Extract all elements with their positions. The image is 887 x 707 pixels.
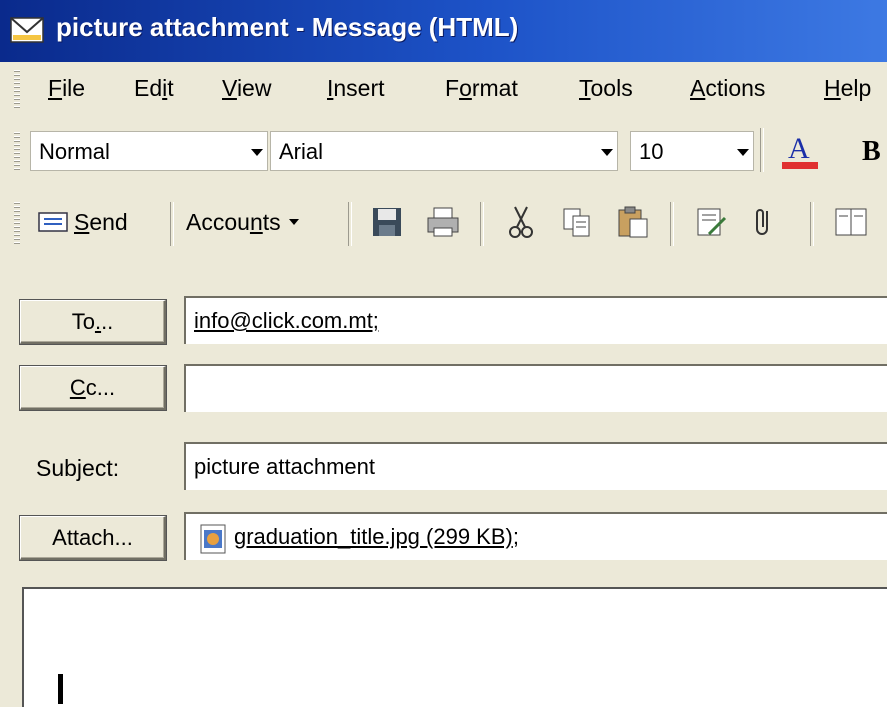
- subject-label: Subject:: [36, 455, 120, 481]
- attachment-name[interactable]: graduation_title.jpg (299 KB): [234, 524, 513, 549]
- window-title: picture attachment - Message (HTML): [56, 12, 519, 42]
- subject-value: picture attachment: [194, 454, 375, 479]
- attach-file-button[interactable]: [738, 200, 788, 244]
- formatting-toolbar: Normal Arial 10 A B: [0, 120, 887, 180]
- to-label: To: [71, 308, 95, 334]
- font-color-button[interactable]: A: [776, 128, 824, 172]
- bold-button[interactable]: B: [858, 128, 886, 172]
- cc-field[interactable]: [184, 364, 887, 412]
- attach-field[interactable]: graduation_title.jpg (299 KB);: [184, 512, 887, 560]
- toolbar-separator: [760, 128, 764, 172]
- signature-button[interactable]: [686, 200, 736, 244]
- save-button[interactable]: [362, 200, 412, 244]
- envelope-icon: [10, 17, 44, 43]
- font-size-value: 10: [639, 139, 664, 164]
- signature-icon: [697, 208, 727, 236]
- svg-text:A: A: [788, 132, 810, 165]
- standard-toolbar: Send Accounts: [0, 186, 887, 262]
- chevron-down-icon: [737, 149, 749, 156]
- cut-icon: [509, 206, 533, 238]
- toolbar-separator: [670, 202, 674, 246]
- attach-label: Attach...: [52, 524, 133, 550]
- paste-icon: [618, 206, 648, 238]
- style-value: Normal: [39, 139, 110, 164]
- menu-edit[interactable]: Edit: [134, 75, 174, 102]
- to-button[interactable]: To...: [20, 300, 166, 344]
- print-icon: [427, 207, 459, 237]
- font-value: Arial: [279, 139, 324, 164]
- to-label-rest: ..: [101, 308, 114, 334]
- chevron-down-icon: [601, 149, 613, 156]
- bold-icon: B: [862, 136, 881, 167]
- cc-button[interactable]: Cc...: [20, 366, 166, 410]
- style-select[interactable]: Normal: [30, 131, 268, 171]
- menu-bar: File Edit View Insert Format Tools Actio…: [0, 64, 887, 114]
- toolbar-separator: [810, 202, 814, 246]
- to-field[interactable]: info@click.com.mt;: [184, 296, 887, 344]
- chevron-down-icon: [288, 219, 299, 225]
- font-color-icon: A: [782, 132, 818, 169]
- attachment-separator: ;: [512, 524, 519, 549]
- message-body[interactable]: [22, 587, 887, 707]
- menu-tools[interactable]: Tools: [579, 75, 633, 102]
- chevron-down-icon: [251, 149, 263, 156]
- menu-help[interactable]: Help: [824, 75, 871, 102]
- menu-insert[interactable]: Insert: [327, 75, 385, 102]
- save-icon: [373, 208, 401, 236]
- send-button[interactable]: Send: [38, 200, 158, 244]
- standard-toolbar-grip[interactable]: [14, 202, 20, 246]
- font-size-select[interactable]: 10: [630, 131, 754, 171]
- formatting-toolbar-grip[interactable]: [14, 132, 20, 170]
- toolbar-separator: [170, 202, 174, 246]
- address-book-icon: [835, 208, 867, 236]
- accounts-button[interactable]: Accounts: [186, 200, 336, 244]
- subject-field[interactable]: picture attachment: [184, 442, 887, 490]
- copy-button[interactable]: [552, 200, 602, 244]
- menu-file[interactable]: File: [48, 75, 85, 102]
- to-recipient: info@click.com.mt;: [194, 308, 379, 333]
- cc-label: c...: [85, 374, 116, 400]
- image-file-icon: [200, 524, 226, 554]
- font-select[interactable]: Arial: [270, 131, 618, 171]
- toolbar-separator: [480, 202, 484, 246]
- cut-button[interactable]: [496, 200, 546, 244]
- text-cursor: [58, 674, 63, 704]
- menu-view[interactable]: View: [222, 75, 271, 102]
- attachment-item[interactable]: graduation_title.jpg (299 KB);: [234, 524, 519, 550]
- menu-format[interactable]: Format: [445, 75, 518, 102]
- paperclip-icon: [756, 209, 768, 235]
- send-label: Send: [74, 208, 128, 235]
- title-bar: picture attachment - Message (HTML): [0, 0, 887, 62]
- cc-label-accel: C: [69, 374, 86, 400]
- address-book-button[interactable]: [826, 200, 876, 244]
- svg-text:B: B: [862, 136, 881, 167]
- toolbar-separator: [348, 202, 352, 246]
- accounts-label: Accounts: [186, 208, 281, 235]
- copy-icon: [563, 208, 590, 237]
- attach-button[interactable]: Attach...: [20, 516, 166, 560]
- paste-button[interactable]: [608, 200, 658, 244]
- print-button[interactable]: [418, 200, 468, 244]
- menu-actions[interactable]: Actions: [690, 75, 765, 102]
- send-icon: [38, 212, 68, 232]
- menubar-grip[interactable]: [14, 70, 20, 108]
